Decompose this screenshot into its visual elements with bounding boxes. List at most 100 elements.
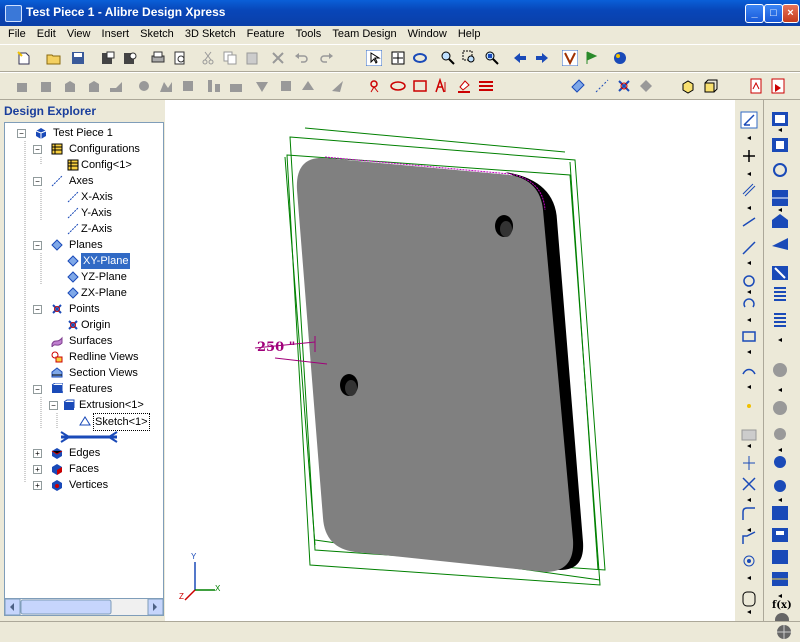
rollback-marker-icon[interactable] [59,431,119,443]
plane-icon [67,271,79,283]
menu-tools[interactable]: Tools [296,26,322,40]
model-viewport[interactable]: 250 " Y X Z [165,100,734,621]
zoom-fit-icon[interactable] [484,50,500,66]
next-view-icon[interactable] [534,50,550,66]
features-icon [51,383,63,394]
split-icon[interactable] [254,78,270,94]
export-pdf-icon[interactable] [770,78,786,94]
tree-label: Z-Axis [81,223,113,235]
export-icon[interactable] [122,50,138,66]
planes-icon [51,239,63,251]
delete-icon[interactable] [270,50,286,66]
menu-feature[interactable]: Feature [247,26,285,40]
axis-icon[interactable] [594,78,610,94]
loft-icon[interactable] [86,78,102,94]
collapse-icon[interactable]: − [33,241,42,250]
print-icon[interactable] [150,50,166,66]
zoom-icon[interactable] [440,50,456,66]
ellipse-icon[interactable] [390,78,406,94]
sketch-line-icon[interactable] [368,78,384,94]
rectangle-icon[interactable] [412,78,428,94]
previous-view-icon[interactable] [512,50,528,66]
hole-icon[interactable] [180,78,196,94]
collapse-icon[interactable]: − [49,401,58,410]
close-button[interactable]: × [782,4,799,23]
undo-icon[interactable] [294,50,310,66]
menu-insert[interactable]: Insert [102,26,130,40]
select-arrow-icon[interactable] [366,50,382,66]
menu-help[interactable]: Help [458,26,481,40]
tree-horizontal-scrollbar[interactable] [4,598,164,616]
line-style-icon[interactable] [478,78,494,94]
fill-color-icon[interactable] [456,78,472,94]
draft-icon[interactable] [278,78,294,94]
collapse-icon[interactable]: − [33,385,42,394]
plane-tool-icon[interactable] [330,78,346,94]
status-globe-icon[interactable] [776,624,792,640]
import-icon[interactable] [100,50,116,66]
dimension-label[interactable]: 250 " [257,340,295,355]
sketch-toolbar-icons [740,111,758,614]
standard-toolbar [0,44,800,72]
iso-view-icon[interactable] [680,78,696,94]
vertices-icon [52,480,62,491]
save-icon[interactable] [70,50,86,66]
expand-icon[interactable]: + [33,465,42,474]
collapse-icon[interactable]: − [33,145,42,154]
plane-icon[interactable] [570,78,586,94]
axis-icon [67,207,79,219]
rotate-icon[interactable] [412,50,428,66]
shell-icon[interactable] [108,78,124,94]
app-icon[interactable] [5,5,22,22]
paste-icon[interactable] [244,50,260,66]
fillet-icon[interactable] [136,78,152,94]
collapse-icon[interactable]: − [33,177,42,186]
pan-icon[interactable] [390,50,406,66]
menu-bar: File Edit View Insert Sketch 3D Sketch F… [0,26,800,44]
expand-icon[interactable]: + [33,449,42,458]
chamfer-icon[interactable] [158,78,174,94]
menu-file[interactable]: File [8,26,26,40]
equation-editor-label[interactable]: f(x) [772,600,792,611]
open-folder-icon[interactable] [46,50,62,66]
menu-window[interactable]: Window [408,26,447,40]
status-bar [0,621,800,642]
tree-label: Surfaces [69,335,113,347]
expand-icon[interactable]: + [33,481,42,490]
revolve-icon[interactable] [38,78,54,94]
menu-view[interactable]: View [67,26,91,40]
sweep-icon[interactable] [62,78,78,94]
copy-icon[interactable] [222,50,238,66]
origin-icon [68,320,78,330]
pdf-icon[interactable] [748,78,764,94]
collapse-icon[interactable]: − [33,305,42,314]
coordinate-system-icon[interactable] [638,78,654,94]
zoom-window-icon[interactable] [462,50,478,66]
menu-sketch[interactable]: Sketch [140,26,174,40]
model-front-face[interactable] [296,157,574,572]
render-icon[interactable] [612,50,628,66]
faces-icon [52,464,62,475]
redo-icon[interactable] [318,50,334,66]
thicken-icon[interactable] [300,78,316,94]
scrollbar-graphics [5,599,163,615]
sketch-plane-icon[interactable] [562,50,578,66]
print-preview-icon[interactable] [172,50,188,66]
collapse-icon[interactable]: − [17,129,26,138]
redline-views-icon [51,351,63,363]
menu-3d-sketch[interactable]: 3D Sketch [185,26,236,40]
cut-icon[interactable] [200,50,216,66]
flag-icon[interactable] [584,50,600,66]
extrude-icon[interactable] [14,78,30,94]
menu-team-design[interactable]: Team Design [332,26,396,40]
menu-edit[interactable]: Edit [37,26,56,40]
point-icon[interactable] [616,78,632,94]
mirror-icon[interactable] [228,78,244,94]
minimize-button[interactable]: _ [745,4,764,23]
maximize-button[interactable]: □ [764,4,783,23]
submenu-arrows [747,136,751,614]
new-icon[interactable] [16,50,32,66]
standard-views-icon[interactable] [702,78,718,94]
pattern-icon[interactable] [206,78,222,94]
text-icon[interactable] [434,78,450,94]
